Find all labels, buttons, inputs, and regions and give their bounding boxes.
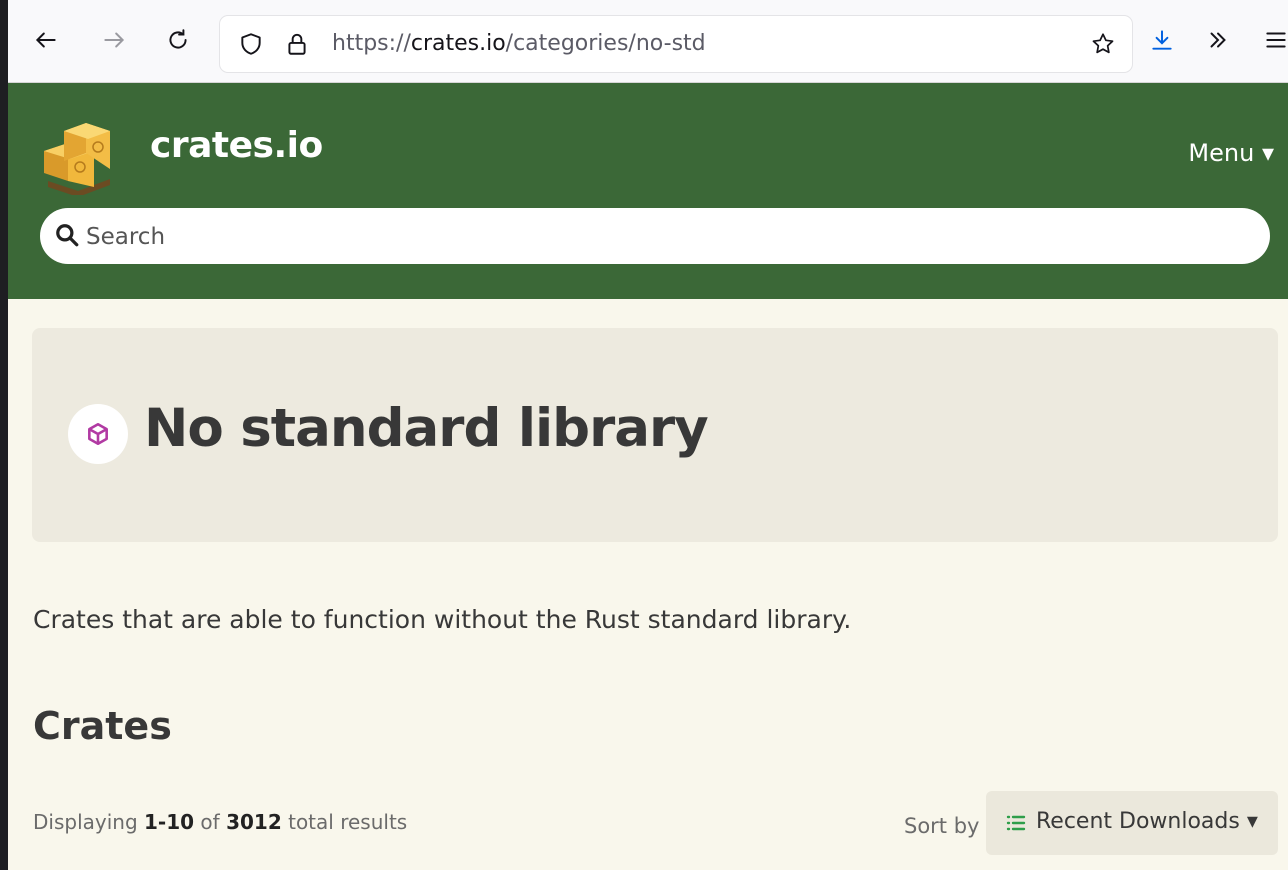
sort-value: Recent Downloads ▾: [1036, 809, 1258, 834]
results-of: of: [194, 810, 227, 834]
results-range: 1-10: [144, 810, 195, 834]
crates-section-title: Crates: [33, 704, 172, 748]
site-name[interactable]: crates.io: [150, 125, 323, 166]
category-description: Crates that are able to function without…: [33, 605, 852, 634]
hamburger-icon: [1266, 32, 1286, 48]
arrow-left-icon: [35, 32, 56, 48]
search-icon: [56, 224, 79, 247]
arrow-right-icon: [104, 32, 125, 48]
lock-icon[interactable]: [284, 31, 310, 57]
url-scheme: https://: [332, 31, 411, 56]
overflow-button[interactable]: [1200, 22, 1236, 58]
cube-icon: [88, 422, 108, 446]
results-suffix: total results: [281, 810, 408, 834]
page-title: No standard library: [144, 398, 709, 459]
url-path: /categories/no-std: [505, 31, 706, 56]
url-bar[interactable]: https://crates.io/categories/no-std: [220, 16, 1132, 72]
shield-icon[interactable]: [238, 31, 264, 57]
download-icon: [1152, 30, 1172, 50]
star-icon[interactable]: [1090, 31, 1116, 57]
double-chevron-right-icon: [1210, 32, 1226, 48]
results-prefix: Displaying: [33, 810, 145, 834]
url-text[interactable]: https://crates.io/categories/no-std: [332, 31, 706, 56]
results-total: 3012: [226, 810, 282, 834]
search-box[interactable]: [40, 208, 1270, 264]
category-header: No standard library: [32, 328, 1278, 542]
reload-button[interactable]: [160, 22, 196, 58]
category-icon-badge: [68, 404, 128, 464]
browser-toolbar: https://crates.io/categories/no-std: [8, 0, 1288, 83]
search-input[interactable]: [84, 216, 1238, 258]
downloads-button[interactable]: [1144, 22, 1180, 58]
crates-logo-icon[interactable]: [38, 111, 118, 195]
back-button[interactable]: [28, 22, 64, 58]
sort-label: Sort by: [904, 814, 980, 838]
forward-button[interactable]: [96, 22, 132, 58]
results-summary: Displaying 1-10 of 3012 total results: [33, 810, 407, 834]
reload-icon: [169, 29, 187, 49]
site-header: crates.io Menu ▾: [8, 83, 1288, 299]
list-icon: [1006, 815, 1026, 831]
app-menu-button[interactable]: [1258, 22, 1288, 58]
menu-button[interactable]: Menu ▾: [1188, 139, 1274, 167]
browser-window: https://crates.io/categories/no-std crat…: [8, 0, 1288, 870]
url-host: crates.io: [410, 31, 506, 56]
sort-dropdown[interactable]: Recent Downloads ▾: [986, 791, 1278, 855]
